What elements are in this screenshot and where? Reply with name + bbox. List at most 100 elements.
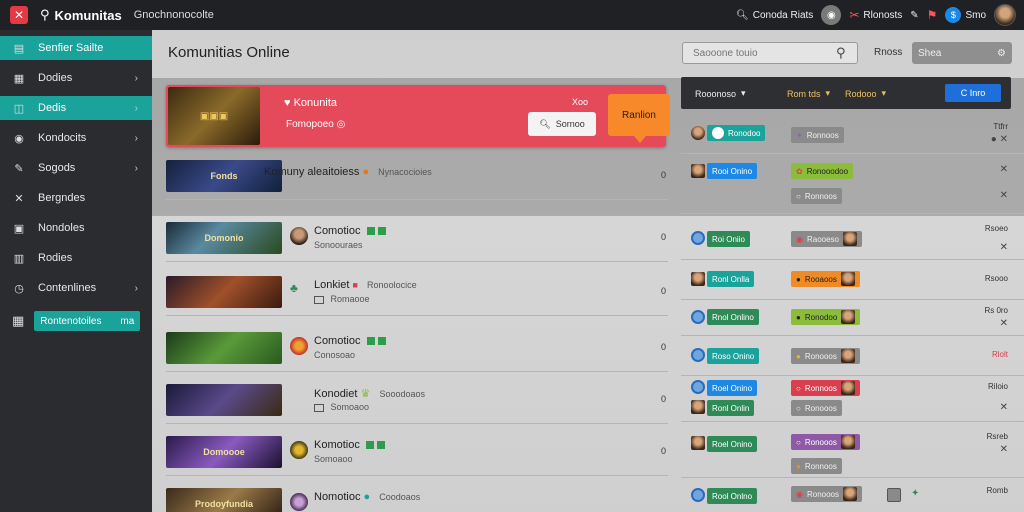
sidebar-item-6[interactable]: ▣ Nondoles (0, 216, 152, 240)
sidebar-item-4[interactable]: ✎ Sogods › (0, 156, 152, 180)
app-logo-icon[interactable]: ✕ (10, 6, 28, 24)
game-row[interactable]: Prodoyfundia Nomotioc ● Coodoaos (166, 484, 668, 512)
close-icon[interactable]: ✕ (1000, 444, 1008, 455)
rp-chip[interactable]: Roi Oniio (707, 231, 750, 247)
rp-chip[interactable]: Rnol Onlino (707, 309, 759, 325)
user-avatar[interactable] (994, 4, 1016, 26)
profile-circle-icon[interactable]: ◉ (821, 5, 842, 25)
sidebar-item-5[interactable]: ✕ Bergndes (0, 186, 152, 210)
tools-icon: ✕ (14, 192, 24, 205)
close-icon[interactable]: ● ✕ (991, 134, 1008, 145)
rp-row[interactable]: Roi Oniio ◉ Raooeso Rsoeo ✕ (681, 218, 1024, 260)
rp-chip[interactable]: ◉ Raooeso (791, 231, 863, 247)
rp-chip[interactable]: Roel Onino (707, 380, 758, 396)
game-row[interactable]: ♣ Lonkiet ■ Ronoolocice Romaooe 0 (166, 272, 668, 316)
search-icon: 🔍︎ (539, 118, 551, 129)
rp-chip[interactable]: ✿ Ronooodoo (791, 163, 854, 179)
featured-cta-button[interactable]: Ranlion (608, 94, 670, 143)
game-row[interactable]: Domonio Comotioc Sonoouraes 0 (166, 218, 668, 262)
verified-icon (365, 441, 374, 450)
game-row[interactable]: Comotioc Conosoao 0 (166, 328, 668, 372)
sidebar-item-7[interactable]: ▥ Rodies (0, 246, 152, 270)
game-thumbnail (166, 384, 282, 416)
checkbox-icon[interactable] (887, 488, 901, 502)
verified-icon (366, 337, 375, 346)
apps-grid-icon[interactable]: ▦ (12, 313, 24, 329)
game-title-text: Komuny aleaitoiess (264, 166, 360, 178)
user-avatar (691, 436, 705, 450)
close-icon[interactable]: ✕ (1000, 190, 1008, 201)
rp-chip[interactable]: ✦ Ronnoos (791, 127, 844, 143)
rp-row[interactable]: Ronodoo ✦ Ronnoos Ttfrr ● ✕ (681, 114, 1024, 154)
rp-row[interactable]: Roel Onino ○ Ronooos ● Ronnoos Rsreb ✕ (681, 426, 1024, 478)
balance[interactable]: $ Smo (945, 7, 986, 23)
rp-chip[interactable]: Ronl Onlla (707, 271, 755, 287)
rp-chip[interactable]: Rooi Onino (707, 163, 758, 179)
rp-row[interactable]: Rnol Onlino ● Ronodoo Rs 0ro ✕ (681, 300, 1024, 336)
rp-chip[interactable]: ● Rooaoos (791, 271, 860, 287)
filter-dropdown[interactable]: Shea ⚙ (912, 42, 1012, 64)
top-search[interactable]: 🔍︎ Conoda Riats (736, 10, 813, 21)
top-nav-link[interactable]: Gnochnonocolte (134, 9, 214, 21)
coin-icon: $ (945, 7, 962, 23)
game-subtitle: Romaooe (314, 294, 370, 304)
sidebar-item-label: Dodies (38, 72, 73, 84)
game-count: 0 (660, 232, 666, 242)
rp-chip-label: Ronooos (804, 403, 837, 413)
rp-chip[interactable]: Roso Onino (707, 348, 760, 364)
featured-banner[interactable]: ▣▣▣ ♥ Konunita Fomopoeo ◎ Xoo 🔍︎ Sornoo … (166, 85, 670, 147)
rp-chip[interactable]: Roel Onino (707, 436, 758, 452)
close-icon[interactable]: ✕ (1000, 164, 1008, 175)
globe-icon (691, 348, 705, 362)
rp-row[interactable]: Roso Onino ● Ronooos Rlolt (681, 336, 1024, 376)
rp-chip[interactable]: ○ Ronooos (791, 434, 860, 450)
rp-chip[interactable]: Rool Onlno (707, 488, 758, 504)
sidebar-bottom-pill[interactable]: Rontenotoiles ma (34, 311, 141, 331)
search-input[interactable] (682, 42, 858, 64)
rp-chip[interactable]: Ronl Onlin (707, 400, 755, 416)
game-row[interactable]: Konodiet ♛ Sooodoaos Somoaoo 0 (166, 380, 668, 424)
game-title-text: Comotioc (314, 335, 361, 347)
pill-value: ma (120, 315, 135, 327)
close-icon[interactable]: ✕ (1000, 318, 1008, 329)
close-icon[interactable]: ✕ (1000, 402, 1008, 413)
rp-header-col[interactable]: Rodooo ▾ (845, 88, 886, 99)
close-icon[interactable]: ✕ (1000, 242, 1008, 253)
tools-icon[interactable]: ✎ (910, 10, 918, 21)
search-icon[interactable]: ⚲ (836, 45, 846, 61)
rp-value: Rs 0ro (984, 306, 1008, 315)
alert-icon[interactable]: ⚑ (927, 8, 938, 22)
coin-icon: ● (796, 312, 801, 322)
featured-search-button[interactable]: 🔍︎ Sornoo (528, 112, 596, 136)
rp-header-button[interactable]: C Inro (945, 84, 1001, 102)
sidebar-item-3[interactable]: ◉ Kondocits › (0, 126, 152, 150)
game-thumbnail (166, 332, 282, 364)
checkbox-icon (314, 295, 324, 304)
notifications[interactable]: ✂ Rlonosts (849, 8, 902, 22)
sidebar-item-2[interactable]: ◫ Dedis › (0, 96, 152, 120)
verified-icon (377, 227, 386, 236)
game-count: 0 (660, 446, 666, 456)
rp-row[interactable]: Rooi Onino ✿ Ronooodoo ○ Ronnoos ✕ ✕ (681, 154, 1024, 214)
rp-chip[interactable]: ● Ronnoos (791, 458, 842, 474)
rp-chip-label: Ronooodoo (806, 166, 849, 176)
game-row[interactable]: Domoooe Komotioc Somoaoo 0 (166, 432, 668, 476)
rp-row[interactable]: Roel Onino Ronl Onlin ○ Ronnoos ○ Ronooos … (681, 376, 1024, 422)
rp-chip[interactable]: ○ Ronnoos (791, 380, 860, 396)
rp-chip[interactable]: ◉ Ronooos (791, 486, 863, 502)
rp-row[interactable]: Ronl Onlla ● Rooaoos Rsooo (681, 260, 1024, 300)
rp-chip[interactable]: Ronodoo (707, 125, 766, 141)
rp-chip[interactable]: ● Ronooos (791, 348, 860, 364)
sidebar-item-0[interactable]: ▤ Senfier Sailte (0, 36, 152, 60)
brand-name: Komunitas (54, 7, 122, 23)
crown-icon: ♛ (360, 388, 371, 400)
rp-chip[interactable]: ○ Ronnoos (791, 188, 842, 204)
sidebar-item-8[interactable]: ◷ Contenlines › (0, 276, 152, 300)
sidebar-item-1[interactable]: ▦ Dodies › (0, 66, 152, 90)
rp-header-col[interactable]: Rooonoso ▾ (695, 88, 746, 99)
game-row[interactable]: Fonds Komuny aleaitoiess ● Nynacocioies … (166, 156, 668, 200)
rp-header-col[interactable]: Rom tds ▾ (787, 88, 830, 99)
rp-row[interactable]: Rool Onlno ◉ Ronooos ✦ Romb (681, 480, 1024, 512)
rp-chip[interactable]: ● Ronodoo (791, 309, 861, 325)
rp-chip[interactable]: ○ Ronooos (791, 400, 842, 416)
